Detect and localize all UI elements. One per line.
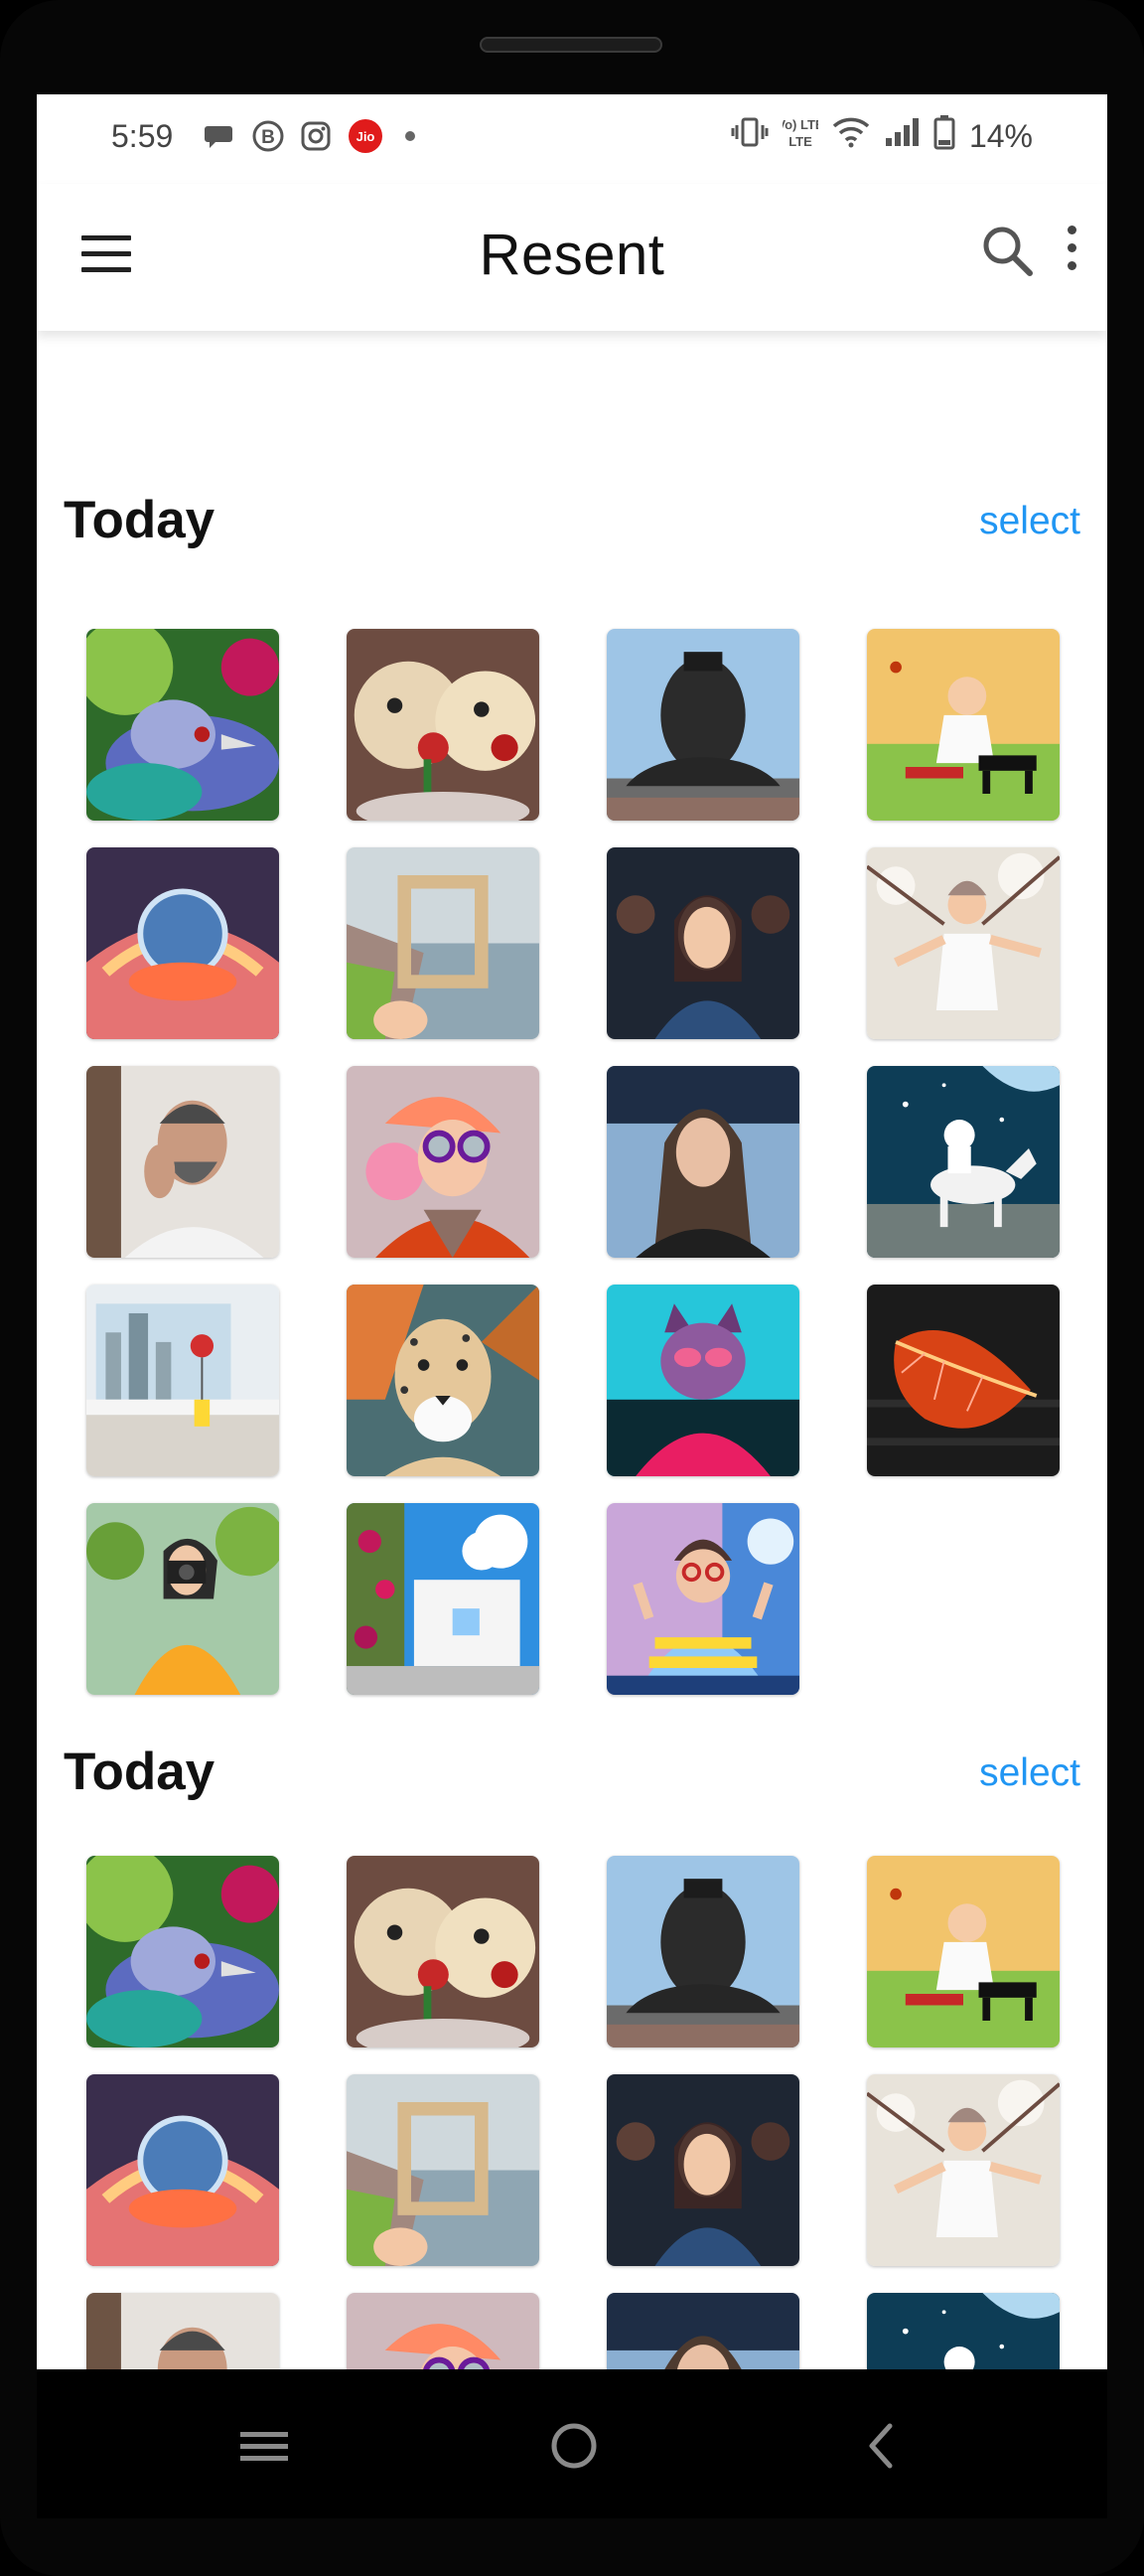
home-icon[interactable] [548,2414,600,2474]
photo-image [607,1503,799,1695]
photo-thumbnail-baby-piano[interactable] [867,629,1060,821]
select-button[interactable]: select [979,1751,1080,1795]
status-right-group: Vo) LTE LTE 14% [731,114,1033,158]
photo-thumbnail-woman-crowd[interactable] [607,847,799,1039]
photo-thumbnail-frame-cliff-ocean[interactable] [347,2074,539,2266]
photo-image [86,629,279,821]
photo-thumbnail-white-house-flowers[interactable] [347,1503,539,1695]
photo-thumbnail-woman-crowd[interactable] [607,2074,799,2266]
photo-thumbnail-astronaut-horse[interactable] [867,1066,1060,1258]
photo-image [86,2293,279,2369]
volte-icon: Vo) LTE LTE [777,115,824,157]
photo-image [86,1285,279,1476]
photo-grid [86,629,1060,1695]
photo-thumbnail-teddy-bears-roses[interactable] [347,629,539,821]
photo-thumbnail-cheetah-painting[interactable] [347,1285,539,1476]
photo-thumbnail-peacock-bird[interactable] [86,629,279,821]
photo-thumbnail-teddy-bears-roses[interactable] [347,1856,539,2047]
photo-image [607,2293,799,2369]
instagram-icon [300,119,332,153]
volte-label: Vo) LTE [783,117,818,132]
section-title: Today [64,1743,215,1801]
photo-grid [86,1856,1060,2369]
page-title: Resent [479,223,665,287]
photo-thumbnail-bearded-man[interactable] [86,1066,279,1258]
dot-icon [404,119,416,153]
photo-image [347,629,539,821]
photo-thumbnail-woman-blossoms[interactable] [867,2074,1060,2266]
chat-icon [204,119,235,153]
photo-image [86,1066,279,1258]
photo-thumbnail-glass-sphere-flower[interactable] [86,847,279,1039]
phone-frame: 5:59 B Jio Vo) LTE LTE [0,0,1144,2576]
photo-image [347,1285,539,1476]
vibrate-icon [731,117,769,155]
photo-image [607,847,799,1039]
photo-image [347,1503,539,1695]
photo-image [347,2074,539,2266]
earpiece-speaker [480,37,662,53]
photo-image [867,1066,1060,1258]
photo-image [867,2293,1060,2369]
photo-thumbnail-adiyogi-statue[interactable] [607,629,799,821]
photo-image [867,847,1060,1039]
select-button[interactable]: select [979,500,1080,543]
b-badge-label: B [261,127,275,148]
photo-thumbnail-woman-camera[interactable] [86,1503,279,1695]
photo-image [607,629,799,821]
photo-list[interactable]: Today select Today select [37,331,1107,2369]
photo-thumbnail-punk-character-goggles[interactable] [347,2293,539,2369]
photo-thumbnail-astronaut-horse[interactable] [867,2293,1060,2369]
photo-image [347,847,539,1039]
photo-image [867,1285,1060,1476]
photo-image [347,1066,539,1258]
photo-thumbnail-girl-peace-sign[interactable] [607,1503,799,1695]
photo-image [607,1285,799,1476]
photo-thumbnail-woman-portrait[interactable] [607,1066,799,1258]
photo-image [607,2074,799,2266]
photo-image [86,847,279,1039]
app-bar: Resent [37,184,1107,331]
photo-thumbnail-punk-character-goggles[interactable] [347,1066,539,1258]
photo-image [86,1856,279,2047]
photo-thumbnail-woman-portrait[interactable] [607,2293,799,2369]
photo-image [867,2074,1060,2266]
more-vert-icon[interactable] [1062,226,1081,285]
photo-image [86,1503,279,1695]
b-badge-icon: B [251,119,285,153]
battery-percentage: 14% [968,117,1033,154]
photo-image [867,629,1060,821]
section-title: Today [64,491,215,549]
photo-thumbnail-balloon-window-city[interactable] [86,1285,279,1476]
screen: 5:59 B Jio Vo) LTE LTE [37,94,1107,2369]
battery-icon [933,114,955,158]
photo-thumbnail-adiyogi-statue[interactable] [607,1856,799,2047]
svg-text:LTE: LTE [788,134,812,149]
jio-label: Jio [357,129,375,144]
photo-image [347,1856,539,2047]
wifi-icon [832,116,870,156]
photo-thumbnail-autumn-leaf[interactable] [867,1285,1060,1476]
photo-thumbnail-baby-piano[interactable] [867,1856,1060,2047]
photo-image [86,2074,279,2266]
photo-image [607,1856,799,2047]
photo-thumbnail-woman-blossoms[interactable] [867,847,1060,1039]
photo-thumbnail-glass-sphere-flower[interactable] [86,2074,279,2266]
photo-thumbnail-cat-sunglasses[interactable] [607,1285,799,1476]
photo-image [347,2293,539,2369]
status-bar: 5:59 B Jio Vo) LTE LTE [37,94,1107,184]
signal-icon [884,116,920,156]
back-icon[interactable] [856,2414,908,2474]
jio-icon: Jio [348,119,383,153]
search-icon[interactable] [980,224,1040,283]
photo-image [867,1856,1060,2047]
status-time: 5:59 [111,118,174,154]
photo-thumbnail-bearded-man[interactable] [86,2293,279,2369]
photo-image [607,1066,799,1258]
recents-icon[interactable] [238,2414,290,2474]
photo-thumbnail-peacock-bird[interactable] [86,1856,279,2047]
navigation-bar [37,2369,1107,2518]
photo-thumbnail-frame-cliff-ocean[interactable] [347,847,539,1039]
